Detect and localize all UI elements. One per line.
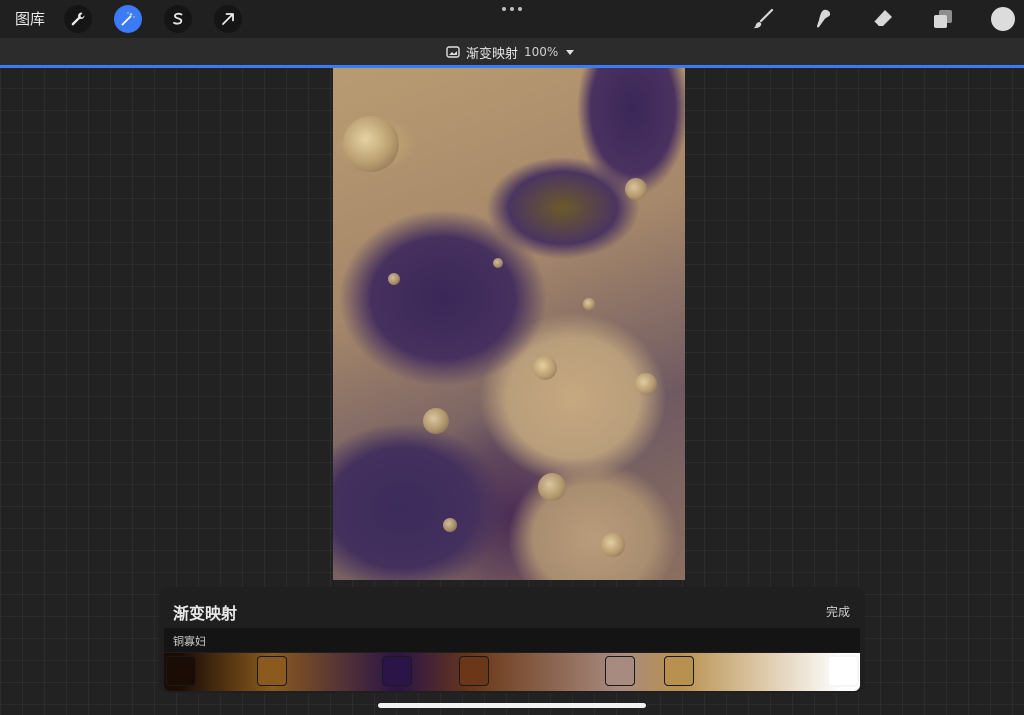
actions-button[interactable] xyxy=(64,5,92,33)
gradient-stop[interactable] xyxy=(459,656,489,686)
adjustment-bar: 渐变映射 100% xyxy=(0,38,1024,65)
dot xyxy=(510,7,514,11)
adjustment-percentage: 100% xyxy=(524,45,559,59)
dot xyxy=(518,7,522,11)
crater xyxy=(493,258,503,268)
home-indicator[interactable] xyxy=(378,703,646,708)
crater xyxy=(625,178,647,200)
gradient-stop[interactable] xyxy=(827,655,859,687)
crater xyxy=(601,533,625,557)
gradient-stop[interactable] xyxy=(166,656,196,686)
wrench-icon xyxy=(71,12,85,26)
top-toolbar: 图库 xyxy=(0,0,1024,38)
smudge-icon xyxy=(816,9,831,28)
preset-row[interactable]: 铜寡妇 xyxy=(164,628,860,652)
selection-button[interactable] xyxy=(164,5,192,33)
caret-down-icon xyxy=(566,50,575,55)
preset-name: 铜寡妇 xyxy=(173,635,206,648)
selection-s-icon xyxy=(173,12,183,25)
crater xyxy=(423,408,449,434)
adjustment-mode-dropdown[interactable]: 渐变映射 100% xyxy=(446,42,576,62)
crater xyxy=(388,273,400,285)
gradient-stop[interactable] xyxy=(605,656,635,686)
brush-tool-button[interactable] xyxy=(750,6,776,32)
done-button[interactable]: 完成 xyxy=(826,603,850,620)
panel-title: 渐变映射 xyxy=(173,604,238,623)
gradient-bar[interactable] xyxy=(164,653,860,691)
magic-wand-icon xyxy=(121,12,135,26)
image-adjust-icon xyxy=(446,46,460,58)
crater xyxy=(533,356,557,380)
eraser-tool-button[interactable] xyxy=(870,6,896,32)
brush-icon xyxy=(753,8,774,29)
canvas-artwork[interactable] xyxy=(333,68,685,580)
dot xyxy=(502,7,506,11)
eraser-icon xyxy=(873,10,892,27)
crater xyxy=(635,373,657,395)
gallery-button[interactable]: 图库 xyxy=(15,9,45,29)
procreate-app: 图库 渐变映射 100% 渐变映射 完成 铜寡妇 xyxy=(0,0,1024,715)
gradient-map-panel: 渐变映射 完成 铜寡妇 xyxy=(159,587,865,693)
more-options-button[interactable] xyxy=(502,7,522,13)
transform-button[interactable] xyxy=(214,5,242,33)
adjustment-title: 渐变映射 xyxy=(466,46,519,62)
transform-arrow-icon xyxy=(222,13,234,25)
crater xyxy=(443,518,457,532)
crater xyxy=(343,116,399,172)
layers-button[interactable] xyxy=(930,6,956,32)
crater xyxy=(538,473,566,501)
layers-icon xyxy=(934,10,952,28)
gradient-stop[interactable] xyxy=(382,656,412,686)
adjustments-button[interactable] xyxy=(114,5,142,33)
color-picker-button[interactable] xyxy=(991,7,1015,31)
smudge-tool-button[interactable] xyxy=(810,6,836,32)
gradient-stop[interactable] xyxy=(257,656,287,686)
gradient-stop[interactable] xyxy=(664,656,694,686)
crater xyxy=(583,298,595,310)
